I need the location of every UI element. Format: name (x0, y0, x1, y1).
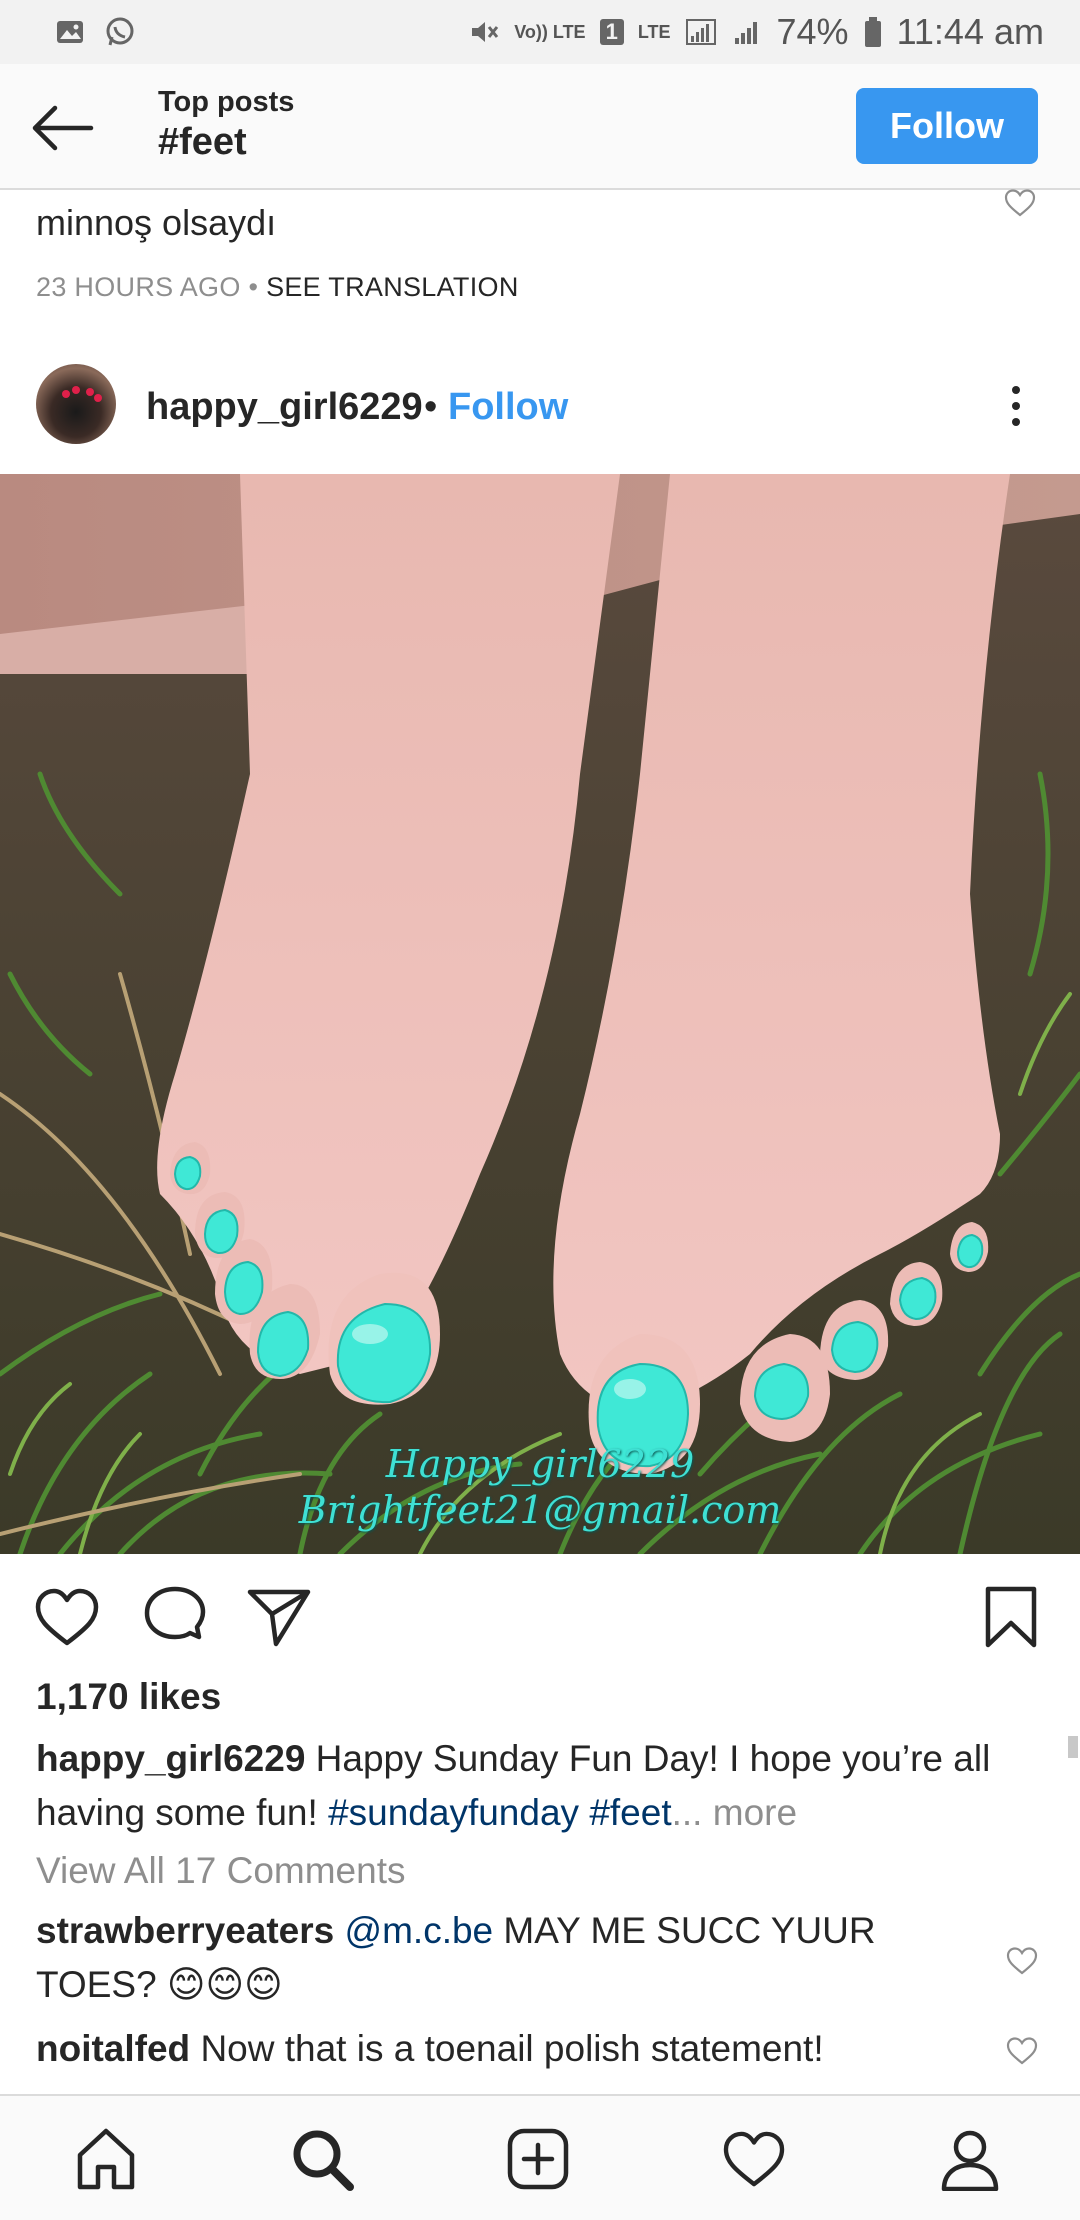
feet-photo (0, 474, 1080, 1554)
dot-icon (1012, 418, 1020, 426)
app-header: Top posts #feet Follow (0, 64, 1080, 190)
post-actions (0, 1554, 1080, 1678)
bookmark-button[interactable] (976, 1582, 1046, 1652)
clock: 11:44 am (896, 11, 1044, 52)
bottom-nav (0, 2094, 1080, 2220)
profile-icon (941, 2130, 999, 2191)
add-post-icon (507, 2128, 569, 2190)
like-button[interactable] (32, 1582, 102, 1652)
sim-indicator: 1 (599, 19, 624, 45)
post-header: happy_girl6229 • Follow (0, 350, 1080, 474)
comment-item: strawberryeaters @m.c.be MAY ME SUCC YUU… (36, 1904, 976, 2012)
status-right: Vo)) LTE 1 LTE 74% 11:44 am (468, 11, 1044, 53)
battery-icon (864, 17, 881, 47)
back-button[interactable] (30, 98, 96, 158)
caption-ellipsis: ... (671, 1792, 703, 1833)
username-separator: • (424, 386, 438, 428)
comment-mention[interactable]: @m.c.be (334, 1910, 494, 1951)
comment-username[interactable]: strawberryeaters (36, 1910, 334, 1951)
comment-like-icon[interactable] (1006, 1946, 1038, 1976)
see-translation-link[interactable]: SEE TRANSLATION (266, 272, 519, 302)
comment-icon (144, 1586, 206, 1640)
caption-username[interactable]: happy_girl6229 (36, 1738, 305, 1779)
nav-activity[interactable] (716, 2124, 792, 2194)
likes-count[interactable]: 1,170 likes (36, 1676, 221, 1718)
home-icon (77, 2128, 135, 2190)
follow-hashtag-button[interactable]: Follow (856, 88, 1038, 164)
follow-user-link[interactable]: Follow (448, 386, 568, 429)
scrollbar-thumb[interactable] (1068, 1736, 1078, 1758)
arrow-left-icon (32, 105, 94, 151)
caption-more-link[interactable]: more (702, 1792, 797, 1833)
comment-text: Now that is a toenail polish statement! (190, 2028, 824, 2069)
heart-icon (35, 1588, 99, 1646)
post-username[interactable]: happy_girl6229 (146, 386, 423, 429)
lte-label: LTE (637, 22, 671, 42)
search-icon (293, 2130, 354, 2191)
header-titles: Top posts #feet (158, 86, 294, 164)
avatar[interactable] (36, 364, 116, 444)
header-subtitle: Top posts (158, 86, 295, 118)
watermark-email: Brightfeet21@gmail.com (298, 1488, 782, 1532)
dot-icon (1012, 402, 1020, 410)
heart-icon (723, 2131, 785, 2187)
post-image[interactable]: Happy_girl6229 Brightfeet21@gmail.com (0, 474, 1080, 1554)
signal-bars-icon (734, 22, 757, 44)
mute-icon (472, 22, 499, 42)
whatsapp-icon (106, 17, 134, 46)
nav-add-post[interactable] (500, 2124, 576, 2194)
meta-separator: • (248, 272, 259, 302)
more-options-button[interactable] (996, 376, 1036, 436)
status-left (54, 16, 136, 48)
signal-icon (685, 19, 716, 45)
comment-item: noitalfed Now that is a toenail polish s… (36, 2022, 976, 2076)
gallery-icon (57, 21, 83, 43)
share-button[interactable] (244, 1582, 314, 1652)
hashtag-link[interactable]: #feet (579, 1792, 671, 1833)
comment-button[interactable] (140, 1582, 210, 1652)
watermark-username: Happy_girl6229 (385, 1442, 695, 1486)
comment-like-icon[interactable] (1004, 188, 1036, 218)
nav-search[interactable] (284, 2124, 360, 2194)
previous-meta: 23 HOURS AGO • SEE TRANSLATION (36, 272, 519, 303)
volte-label: Vo)) LTE (514, 22, 586, 42)
hashtag-title: #feet (158, 121, 247, 163)
dot-icon (1012, 386, 1020, 394)
send-icon (247, 1589, 311, 1647)
comment-username[interactable]: noitalfed (36, 2028, 190, 2069)
previous-caption: minnoş olsaydı (36, 202, 277, 243)
time-ago: 23 HOURS AGO (36, 272, 241, 302)
battery-percent: 74% (776, 11, 849, 52)
status-bar: Vo)) LTE 1 LTE 74% 11:44 am (0, 0, 1080, 64)
hashtag-link[interactable]: #sundayfunday (328, 1792, 579, 1833)
nav-profile[interactable] (932, 2124, 1008, 2194)
view-all-comments-link[interactable]: View All 17 Comments (36, 1850, 405, 1892)
post-caption: happy_girl6229 Happy Sunday Fun Day! I h… (36, 1732, 1036, 1840)
nav-home[interactable] (68, 2124, 144, 2194)
comment-like-icon[interactable] (1006, 2036, 1038, 2066)
bookmark-icon (985, 1586, 1037, 1648)
